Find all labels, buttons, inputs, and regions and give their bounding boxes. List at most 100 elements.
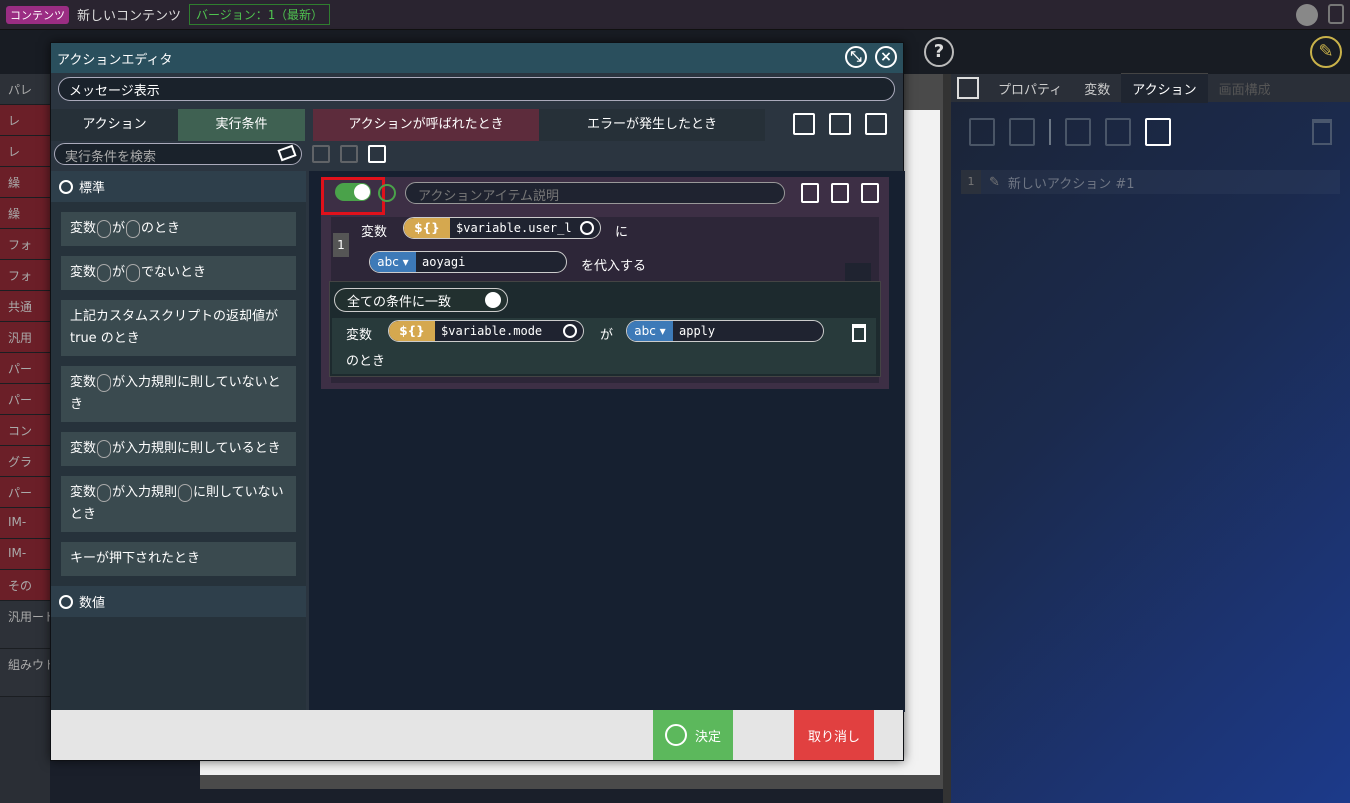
action-name-field[interactable]: メッセージ表示 — [58, 77, 895, 101]
tab-variables[interactable]: 変数 — [1073, 74, 1121, 103]
palette-item[interactable]: フォ — [0, 260, 50, 291]
copy-action-icon[interactable] — [1009, 118, 1035, 146]
match-mode-select[interactable]: 全ての条件に一致 — [334, 288, 508, 312]
shrink-icon[interactable]: ⤡ — [845, 46, 867, 68]
palette-item[interactable]: パー — [0, 353, 50, 384]
palette-item[interactable]: IM- — [0, 508, 50, 539]
dialog-footer: 決定 取り消し — [51, 710, 903, 760]
palette-item[interactable]: コン — [0, 415, 50, 446]
panel-splitter[interactable] — [943, 74, 951, 803]
notoki-label: のとき — [346, 354, 386, 369]
value-input[interactable]: abc ▾ aoyagi — [369, 251, 567, 273]
list-view-icon[interactable] — [793, 113, 815, 135]
cond-value-input[interactable]: abc ▾ apply — [626, 320, 824, 342]
action-item: アクションアイテム説明 1 変数 ${} $variable.user_l に … — [321, 177, 889, 389]
play-icon[interactable] — [378, 184, 396, 202]
tab-action[interactable]: アクション — [51, 109, 178, 141]
cut-action-icon[interactable] — [1065, 118, 1091, 146]
cond-variable-value: $variable.mode — [441, 324, 543, 338]
palette-search[interactable]: パレ — [0, 74, 50, 105]
ok-button[interactable]: 決定 — [653, 710, 733, 760]
condition-item[interactable]: 変数がのとき — [61, 212, 296, 246]
trash-icon[interactable] — [861, 183, 879, 203]
close-icon[interactable]: × — [875, 46, 897, 68]
paste-condition-icon[interactable] — [368, 145, 386, 163]
condition-item[interactable]: 変数がでないとき — [61, 256, 296, 290]
variable-selector[interactable]: ${} $variable.user_l — [403, 217, 601, 239]
palette-item[interactable]: その — [0, 570, 50, 601]
value-type-dropdown[interactable]: abc ▾ — [370, 252, 416, 272]
divider — [1049, 119, 1051, 145]
action-item-description-input[interactable]: アクションアイテム説明 — [405, 182, 785, 204]
condition-item[interactable]: 変数が入力規則に則していないとき — [61, 366, 296, 422]
palette-item[interactable]: 汎用ード） — [0, 601, 50, 649]
condition-item[interactable]: 変数が入力規則に則していないとき — [61, 476, 296, 532]
duplicate-item-icon[interactable] — [831, 183, 849, 203]
condition-item[interactable]: 変数 が入力規則に則しているとき — [61, 432, 296, 466]
dialog-title-bar: アクションエディタ ⤡ × — [51, 43, 903, 73]
add-action-icon[interactable] — [969, 118, 995, 146]
cancel-button[interactable]: 取り消し — [794, 710, 874, 760]
expand-all-icon[interactable] — [829, 113, 851, 135]
palette-item[interactable]: グラ — [0, 446, 50, 477]
variable-type-tag: ${} — [389, 321, 435, 341]
cond-variable-selector[interactable]: ${} $variable.mode — [388, 320, 584, 342]
chevron-down-icon — [485, 292, 501, 308]
action-name: 新しいアクション #1 — [1007, 176, 1135, 192]
edit-pen-button[interactable]: ✎ — [1310, 36, 1342, 68]
action-list-item[interactable]: 1 ✎ 新しいアクション #1 — [961, 170, 1340, 194]
condition-search-input[interactable]: 実行条件を検索 — [54, 143, 302, 165]
category-standard[interactable]: 標準 — [51, 171, 306, 202]
avatar[interactable] — [1296, 4, 1318, 26]
help-button[interactable]: ? — [924, 37, 954, 67]
palette-item[interactable]: レ — [0, 136, 50, 167]
right-panel: プロパティ 変数 アクション 画面構成 1 ✎ 新しいアクション #1 — [951, 73, 1350, 803]
palette-item[interactable]: IM- — [0, 539, 50, 570]
tab-actions[interactable]: アクション — [1121, 73, 1208, 103]
value-text: aoyagi — [422, 255, 466, 269]
component-palette: パレ レ レ 繰 繰 フォ フォ 共通 汎用 パー パー コン グラ パー IM… — [0, 74, 50, 803]
tab-when-error[interactable]: エラーが発生したとき — [539, 109, 765, 141]
palette-item[interactable]: パー — [0, 384, 50, 415]
category-numeric[interactable]: 数値 — [51, 586, 306, 617]
trash-icon[interactable] — [852, 324, 866, 342]
duplicate-action-icon[interactable] — [1105, 118, 1131, 146]
tab-properties[interactable]: プロパティ — [987, 74, 1073, 103]
condition-item[interactable]: 上記カスタムスクリプトの返却値が true のとき — [61, 300, 296, 356]
palette-item[interactable]: フォ — [0, 229, 50, 260]
paste-action-icon[interactable] — [1145, 118, 1171, 146]
palette-item[interactable]: 組みウトモ — [0, 649, 50, 697]
tab-when-called[interactable]: アクションが呼ばれたとき — [313, 109, 539, 141]
search-icon[interactable] — [580, 221, 594, 235]
ga-label: が — [600, 328, 614, 343]
action-number: 1 — [961, 170, 981, 194]
action-editor-dialog: アクションエディタ ⤡ × メッセージ表示 アクション 実行条件 アクションが呼… — [50, 42, 905, 761]
assign-label: を代入する — [581, 259, 647, 274]
palette-item[interactable]: 汎用 — [0, 322, 50, 353]
tab-exec-condition[interactable]: 実行条件 — [178, 109, 305, 141]
trash-icon[interactable] — [1312, 119, 1332, 145]
palette-item[interactable]: 繰 — [0, 167, 50, 198]
search-icon[interactable] — [563, 324, 577, 338]
condition-item[interactable]: キーが押下されたとき — [61, 542, 296, 576]
action-items-area: アクションアイテム説明 1 変数 ${} $variable.user_l に … — [309, 171, 905, 712]
cond-value-text: apply — [679, 324, 716, 338]
collapse-all-icon[interactable] — [865, 113, 887, 135]
palette-item[interactable]: レ — [0, 105, 50, 136]
collapse-panel-icon[interactable] — [957, 77, 979, 99]
palette-item[interactable]: パー — [0, 477, 50, 508]
value-type-dropdown[interactable]: abc ▾ — [627, 321, 673, 341]
row-number: 1 — [333, 233, 349, 257]
add-condition-icon[interactable] — [312, 145, 330, 163]
palette-item[interactable]: 共通 — [0, 291, 50, 322]
lock-icon[interactable] — [1328, 4, 1344, 24]
content-title: 新しいコンテンツ — [77, 9, 182, 24]
eraser-icon[interactable] — [277, 144, 297, 162]
copy-item-icon[interactable] — [801, 183, 819, 203]
copy-condition-icon[interactable] — [340, 145, 358, 163]
editor-tabs: アクション 実行条件 アクションが呼ばれたとき エラーが発生したとき — [51, 109, 903, 141]
top-bar: コンテンツ 新しいコンテンツ バージョン：1（最新） — [0, 0, 1350, 30]
palette-item[interactable]: 繰 — [0, 198, 50, 229]
variable-type-tag: ${} — [404, 218, 450, 238]
highlight-box — [321, 177, 385, 215]
